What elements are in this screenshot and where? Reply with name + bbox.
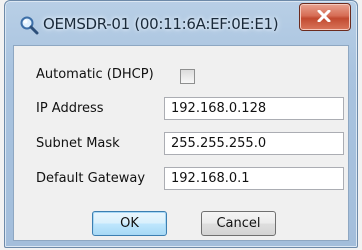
subnet-mask-field[interactable] [164,132,344,155]
close-icon [317,10,331,22]
ip-address-label: IP Address [36,101,104,116]
automatic-dhcp-checkbox[interactable] [180,69,195,84]
default-gateway-label: Default Gateway [36,171,146,186]
dialog-window: OEMSDR-01 (00:11:6A:EF:0E:E1) Automatic … [4,0,358,248]
close-button[interactable] [299,3,351,31]
ip-address-field[interactable] [164,97,344,120]
subnet-mask-label: Subnet Mask [36,136,120,151]
automatic-dhcp-label: Automatic (DHCP) [36,67,154,82]
dialog-content: Automatic (DHCP) IP Address Subnet Mask … [13,45,349,241]
ok-button[interactable]: OK [92,211,167,236]
cancel-button[interactable]: Cancel [201,211,276,236]
title-bar[interactable]: OEMSDR-01 (00:11:6A:EF:0E:E1) [5,1,357,41]
magnifier-icon [19,15,39,35]
window-title: OEMSDR-01 (00:11:6A:EF:0E:E1) [43,15,279,33]
default-gateway-field[interactable] [164,167,344,190]
